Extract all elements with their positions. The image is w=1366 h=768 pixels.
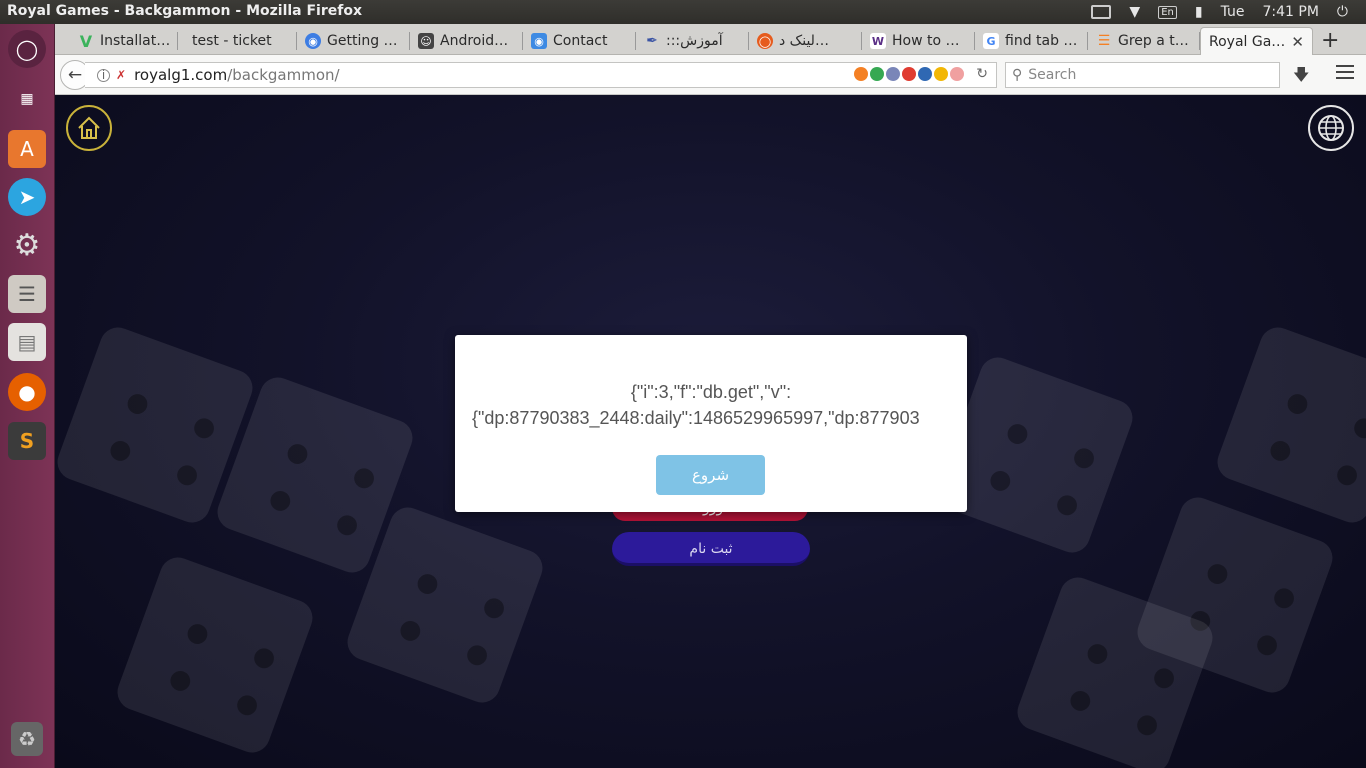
firefox-icon[interactable]: ● <box>8 373 46 411</box>
tab-amoozesh[interactable]: ✒ :::آموزش <box>636 27 749 55</box>
tab-label: find tab … <box>1005 33 1078 49</box>
tab-test-ticket[interactable]: test - ticket <box>184 27 297 55</box>
unity-launcher: ◯ ▦ A ➤ ⚙ ☰ ▤ ● S ♻ <box>0 24 55 768</box>
clock[interactable]: 7:41 PM <box>1263 4 1319 20</box>
shield-icon[interactable] <box>934 67 948 81</box>
close-tab-icon[interactable]: ✕ <box>1291 33 1304 51</box>
wave-icon[interactable] <box>918 67 932 81</box>
display-icon[interactable] <box>1091 5 1112 19</box>
trash-icon[interactable]: ♻ <box>11 722 43 756</box>
download-icon[interactable]: 🡇 <box>1293 64 1309 91</box>
alert-dialog: {"i":3,"f":"db.get","v": {"dp:87790383_2… <box>455 335 967 512</box>
keyboard-layout-indicator[interactable]: En <box>1158 5 1177 19</box>
tab-royal-games[interactable]: Royal Ga… ✕ <box>1200 27 1313 55</box>
home-button[interactable] <box>66 105 112 151</box>
url-path: /backgammon/ <box>227 66 340 84</box>
alert-message-line2: {"dp:87790383_2448:daily":1486529965997,… <box>472 408 920 428</box>
ubuntu-dash-icon[interactable]: ◯ <box>8 30 46 68</box>
tab-label: Contact <box>553 33 608 49</box>
cloudflare-icon[interactable] <box>854 67 868 81</box>
grammarly-icon[interactable] <box>870 67 884 81</box>
battery-icon[interactable]: ▮ <box>1195 4 1203 20</box>
search-icon: ⚲ <box>1012 67 1023 83</box>
globe-icon <box>1318 115 1344 141</box>
tab-label: Getting … <box>327 33 398 49</box>
tab-contact[interactable]: ◉ Contact <box>523 27 636 55</box>
system-top-bar: Royal Games - Backgammon - Mozilla Firef… <box>0 0 1366 24</box>
dice-decoration <box>1212 322 1366 528</box>
tab-label: Grep a t… <box>1118 33 1189 49</box>
workspace-switcher-icon[interactable]: ▦ <box>8 80 46 118</box>
php-icon[interactable] <box>886 67 900 81</box>
new-tab-button[interactable]: + <box>1321 28 1339 53</box>
tab-label: لینک د… <box>779 33 829 49</box>
settings-gear-icon[interactable]: ⚙ <box>8 226 46 264</box>
sweet-alert-icon[interactable] <box>950 67 964 81</box>
sublime-text-icon[interactable]: S <box>8 422 46 460</box>
system-monitor-icon[interactable]: ☰ <box>8 275 46 313</box>
alert-message-line1: {"i":3,"f":"db.get","v": <box>630 382 792 402</box>
search-placeholder: Search <box>1028 67 1077 83</box>
file-cabinet-icon[interactable]: ▤ <box>8 323 46 361</box>
android-icon: ☺ <box>418 33 434 49</box>
ubuntu-ext-icon[interactable] <box>902 67 916 81</box>
browser-tab-strip: V Installat… test - ticket ◉ Getting … ☺… <box>55 24 1366 55</box>
tab-label: Royal Ga… <box>1209 33 1286 50</box>
reload-icon[interactable]: ↻ <box>976 66 988 82</box>
hamburger-menu-icon[interactable] <box>1336 65 1354 83</box>
tab-installation[interactable]: V Installat… <box>70 27 178 55</box>
day-label[interactable]: Tue <box>1221 4 1245 20</box>
window-title: Royal Games - Backgammon - Mozilla Firef… <box>7 3 362 19</box>
register-button[interactable]: ثبت نام <box>612 532 810 566</box>
ubuntu-site-icon: ◯ <box>757 33 773 49</box>
wikihow-icon: W <box>870 33 886 49</box>
extension-icons <box>854 67 964 81</box>
dice-decoration <box>112 552 318 758</box>
tab-find-tab[interactable]: G find tab … <box>975 27 1088 55</box>
tab-label: Installat… <box>100 33 171 49</box>
power-icon[interactable]: ⏻ <box>1337 4 1348 20</box>
vue-icon: V <box>79 31 93 51</box>
wifi-icon[interactable]: ▼ <box>1129 4 1140 20</box>
software-center-icon[interactable]: A <box>8 130 46 168</box>
url-bar[interactable]: i ✗ royalg1.com /backgammon/ ↻ <box>85 62 997 88</box>
info-icon[interactable]: i <box>97 68 110 82</box>
contact-site-icon: ◉ <box>531 33 547 49</box>
feather-icon: ✒ <box>646 33 658 49</box>
tab-label: Android… <box>440 33 509 49</box>
system-tray: ▼ En ▮ Tue 7:41 PM ⏻ <box>1091 0 1366 24</box>
chrome-docs-icon: ◉ <box>305 33 321 49</box>
language-button[interactable] <box>1308 105 1354 151</box>
start-button[interactable]: شروع <box>656 455 765 495</box>
url-host: royalg1.com <box>134 66 228 84</box>
insecure-lock-icon[interactable]: ✗ <box>116 68 126 82</box>
tab-label: :::آموزش <box>666 33 723 49</box>
search-bar[interactable]: ⚲ Search <box>1005 62 1280 88</box>
tab-grep[interactable]: ☰ Grep a t… <box>1088 27 1200 55</box>
google-icon: G <box>983 33 999 49</box>
tab-how-to[interactable]: W How to … <box>862 27 975 55</box>
tab-link[interactable]: ◯ لینک د… <box>749 27 862 55</box>
tab-android[interactable]: ☺ Android… <box>410 27 523 55</box>
tab-label: How to … <box>892 33 960 49</box>
home-icon <box>78 116 100 139</box>
telegram-icon[interactable]: ➤ <box>8 178 46 216</box>
browser-nav-bar: ← i ✗ royalg1.com /backgammon/ ↻ ⚲ Searc… <box>55 55 1366 95</box>
tab-getting[interactable]: ◉ Getting … <box>297 27 410 55</box>
tab-label: test - ticket <box>192 33 272 49</box>
alert-message: {"i":3,"f":"db.get","v": {"dp:87790383_2… <box>455 379 967 431</box>
stackoverflow-icon: ☰ <box>1097 33 1111 49</box>
